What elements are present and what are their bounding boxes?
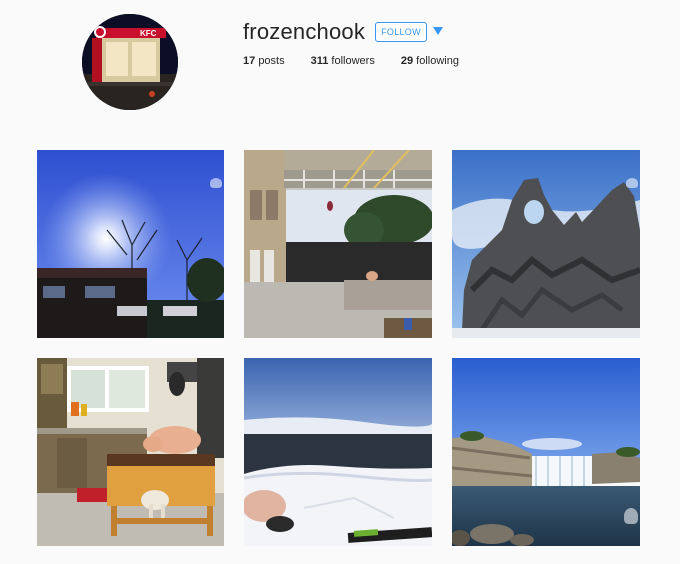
followers-count: 311	[310, 55, 329, 67]
posts-label: posts	[258, 55, 285, 67]
profile-avatar[interactable]: KFC	[82, 14, 178, 110]
follow-button[interactable]: FOLLOW	[375, 22, 427, 42]
post-thumbnail-5[interactable]	[244, 358, 432, 546]
post-thumbnail-6[interactable]	[452, 358, 640, 546]
post-thumbnail-1[interactable]	[37, 150, 224, 338]
post-thumbnail-2[interactable]	[244, 150, 432, 338]
followers-label: followers	[331, 55, 375, 67]
profile-username: frozenchook	[243, 19, 366, 44]
following-count: 29	[400, 55, 414, 67]
stat-followers[interactable]: 311 followers	[311, 55, 375, 67]
watermark-icon	[626, 178, 638, 188]
posts-count: 17	[243, 55, 256, 67]
avatar-image: KFC	[82, 14, 178, 110]
stat-following[interactable]: 29 following	[401, 55, 459, 67]
watermark-icon	[210, 178, 222, 188]
watermark-icon	[624, 508, 638, 524]
post-thumbnail-3[interactable]	[452, 150, 640, 338]
following-label: following	[416, 55, 459, 67]
chevron-down-icon[interactable]	[433, 27, 443, 35]
post-image-snow	[244, 358, 432, 546]
stat-posts[interactable]: 17 posts	[243, 55, 285, 67]
post-image-courtyard	[244, 150, 432, 338]
post-thumbnail-4[interactable]	[37, 358, 224, 546]
post-image-sunburst	[37, 150, 224, 338]
post-image-rock-arch	[452, 150, 640, 338]
post-image-kitchen	[37, 358, 224, 546]
post-image-waterfall	[452, 358, 640, 546]
profile-stats: 17 posts 311 followers 29 following	[243, 55, 485, 67]
avatar-sign-text: KFC	[140, 29, 157, 38]
